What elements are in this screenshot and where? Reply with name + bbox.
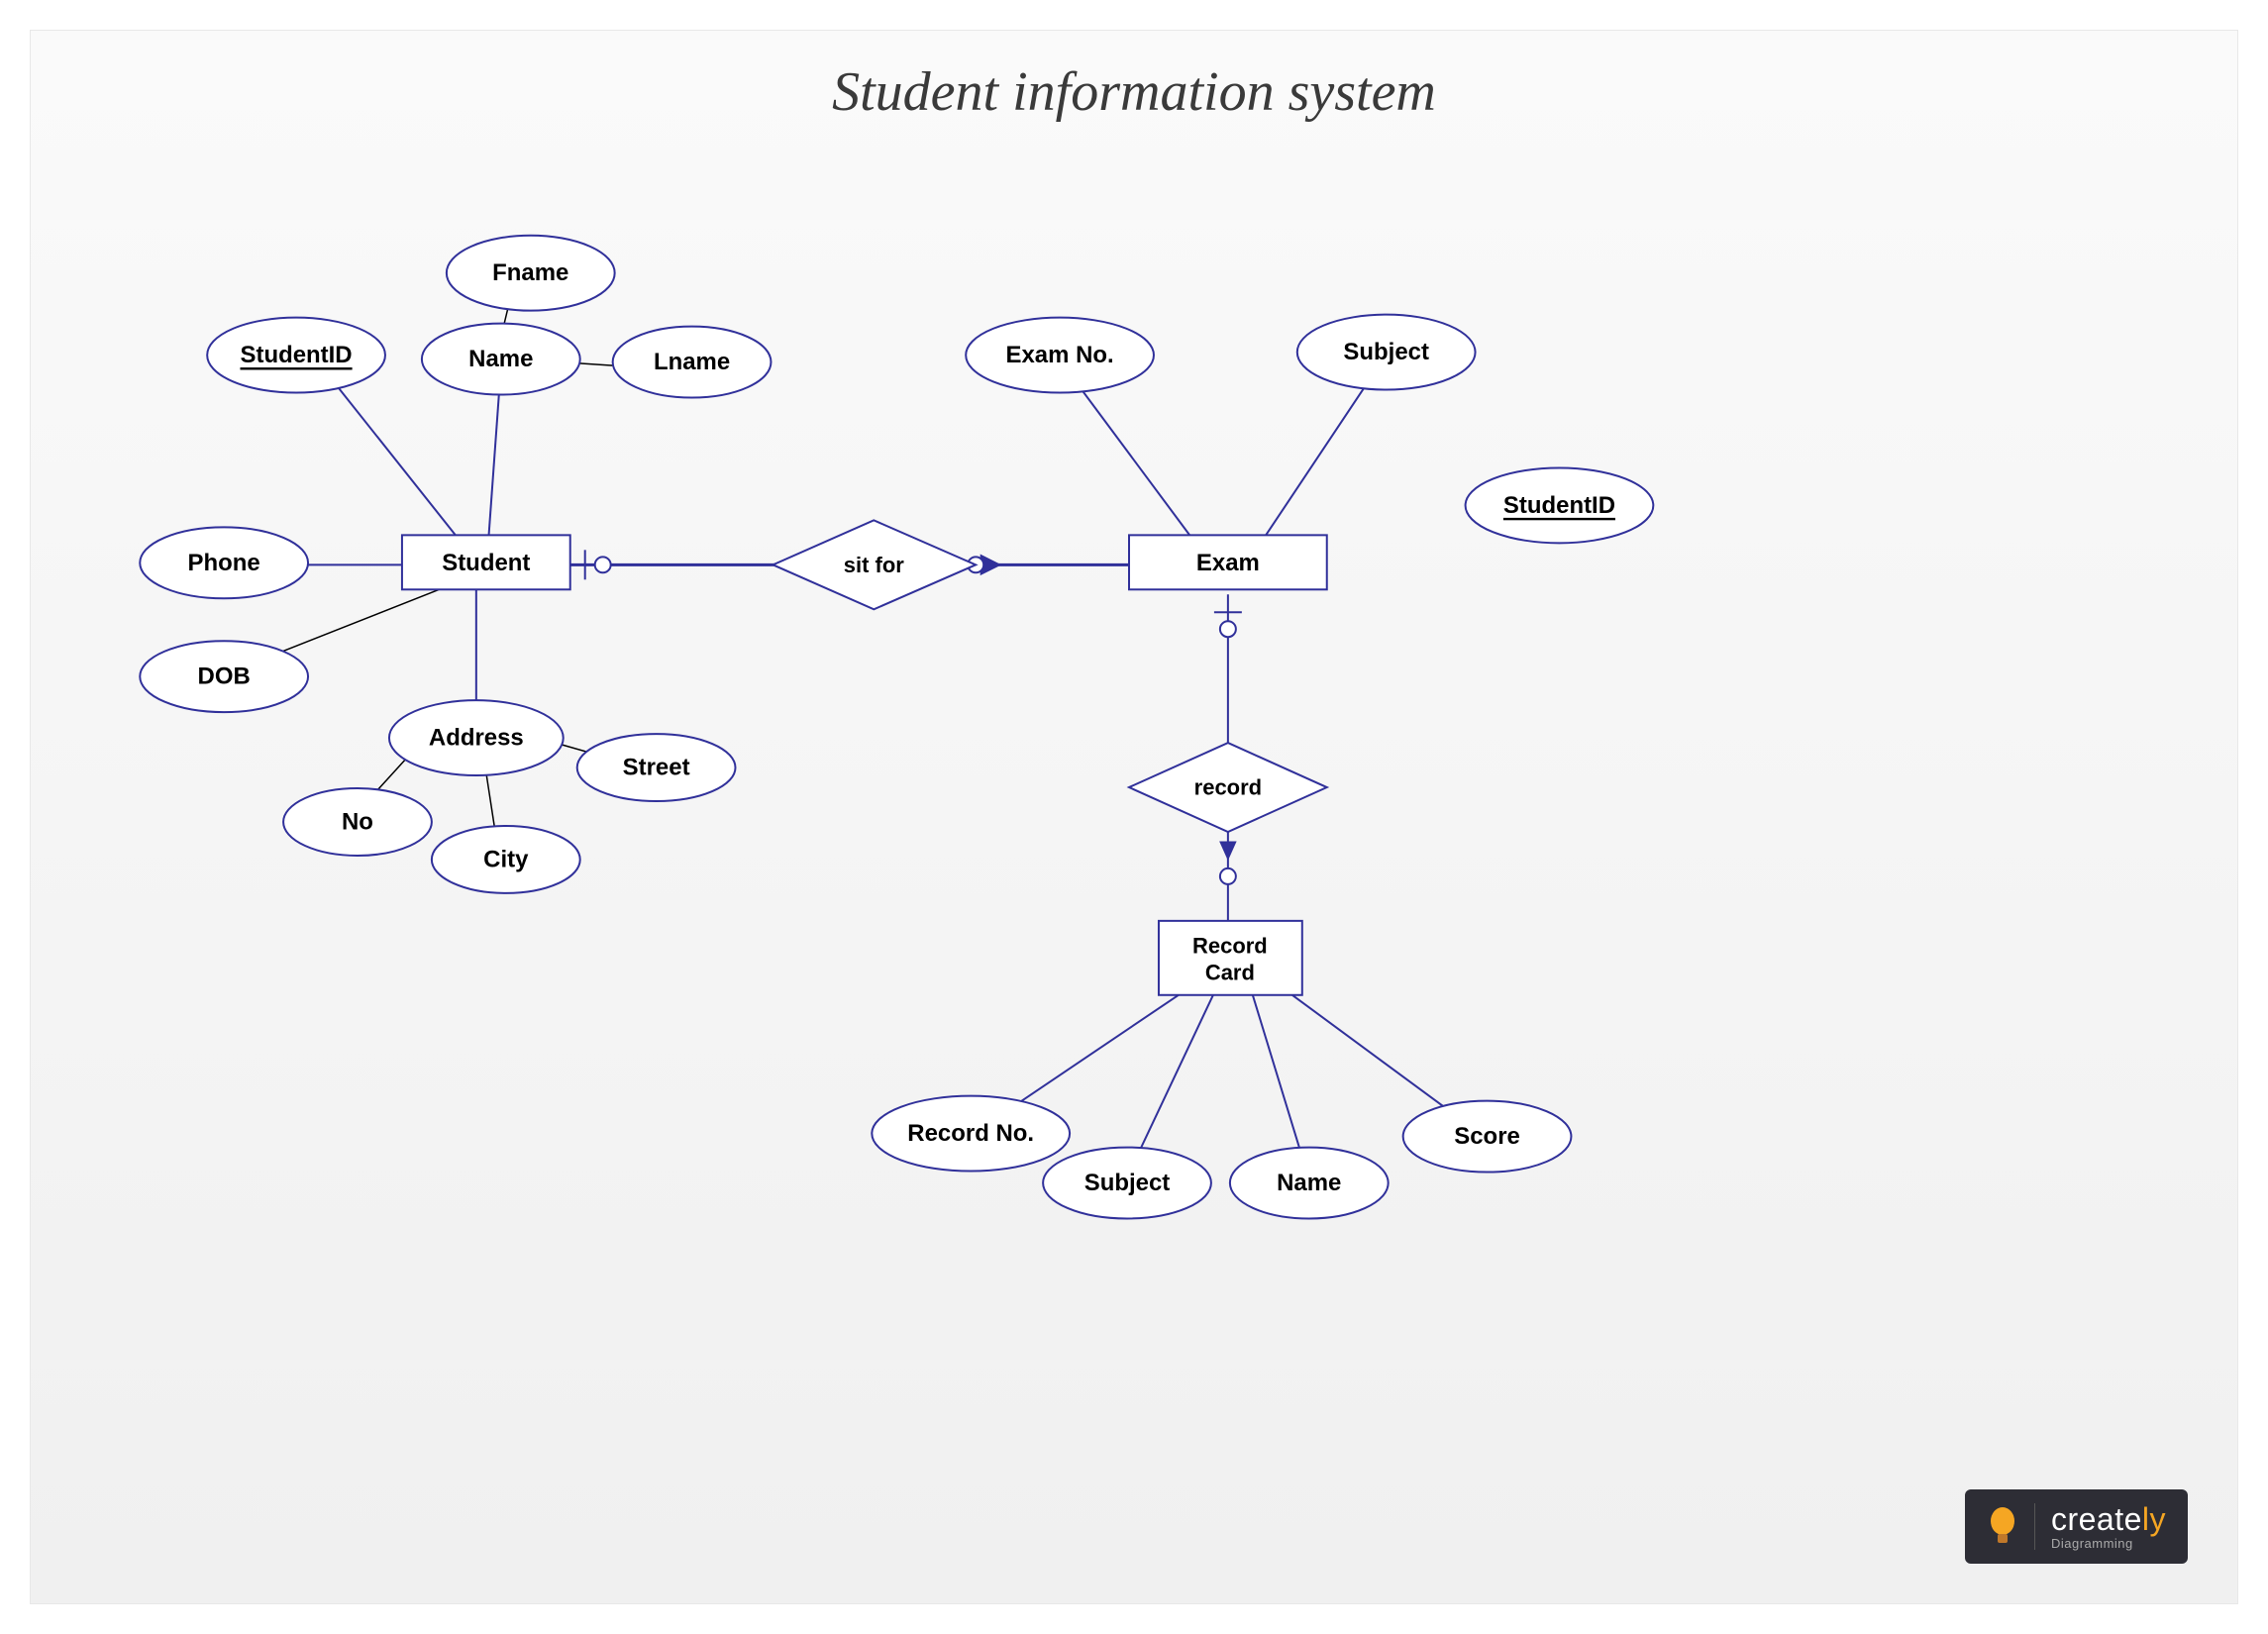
attr-city-label: City [483, 846, 529, 872]
logo-text: creately Diagramming [2034, 1503, 2166, 1550]
attr-studentid-exam-label: StudentID [1503, 492, 1615, 519]
attr-fname-label: Fname [492, 259, 568, 286]
relationship-record-label: record [1194, 775, 1262, 800]
arrowhead-record-rc [1220, 842, 1236, 860]
entity-record-card-label1: Record [1192, 933, 1268, 958]
lightbulb-icon [1987, 1507, 2018, 1547]
attr-name-label: Name [468, 346, 533, 372]
attr-recordno-label: Record No. [907, 1120, 1034, 1147]
entity-student-label: Student [442, 550, 530, 576]
attr-subject-exam-label: Subject [1343, 339, 1429, 365]
entity-exam-label: Exam [1196, 550, 1260, 576]
attr-examno-label: Exam No. [1006, 342, 1114, 368]
logo-subtitle: Diagramming [2051, 1537, 2166, 1550]
entity-record-card-label2: Card [1205, 960, 1255, 984]
cardmark-student-circle [595, 557, 611, 572]
relationship-sitfor-label: sit for [844, 553, 904, 577]
diagram-canvas: Student information system [30, 30, 2238, 1604]
cardmark-exam-circle [1220, 621, 1236, 637]
conn-examno-exam [1065, 367, 1193, 541]
attr-studentid-label: StudentID [241, 342, 353, 368]
attr-address-label: Address [429, 725, 524, 752]
attr-phone-label: Phone [188, 550, 260, 576]
attr-no-label: No [342, 808, 373, 835]
attr-subject-rec-label: Subject [1084, 1170, 1171, 1196]
logo-brand-1: create [2051, 1501, 2142, 1537]
attr-name-rec-label: Name [1277, 1170, 1341, 1196]
attr-score-label: Score [1454, 1123, 1520, 1150]
attr-street-label: Street [623, 755, 690, 781]
attr-lname-label: Lname [654, 349, 730, 375]
conn-studentid-student [318, 362, 464, 546]
conn-subjectrec-rc [1129, 995, 1213, 1174]
er-diagram: Student Exam Record Card sit for record … [31, 31, 2237, 1603]
cardmark-record-circle [1220, 868, 1236, 884]
creately-logo: creately Diagramming [1965, 1489, 2188, 1564]
attr-dob-label: DOB [198, 664, 251, 690]
conn-namerec-rc [1253, 995, 1307, 1174]
logo-brand-2: ly [2142, 1501, 2166, 1537]
